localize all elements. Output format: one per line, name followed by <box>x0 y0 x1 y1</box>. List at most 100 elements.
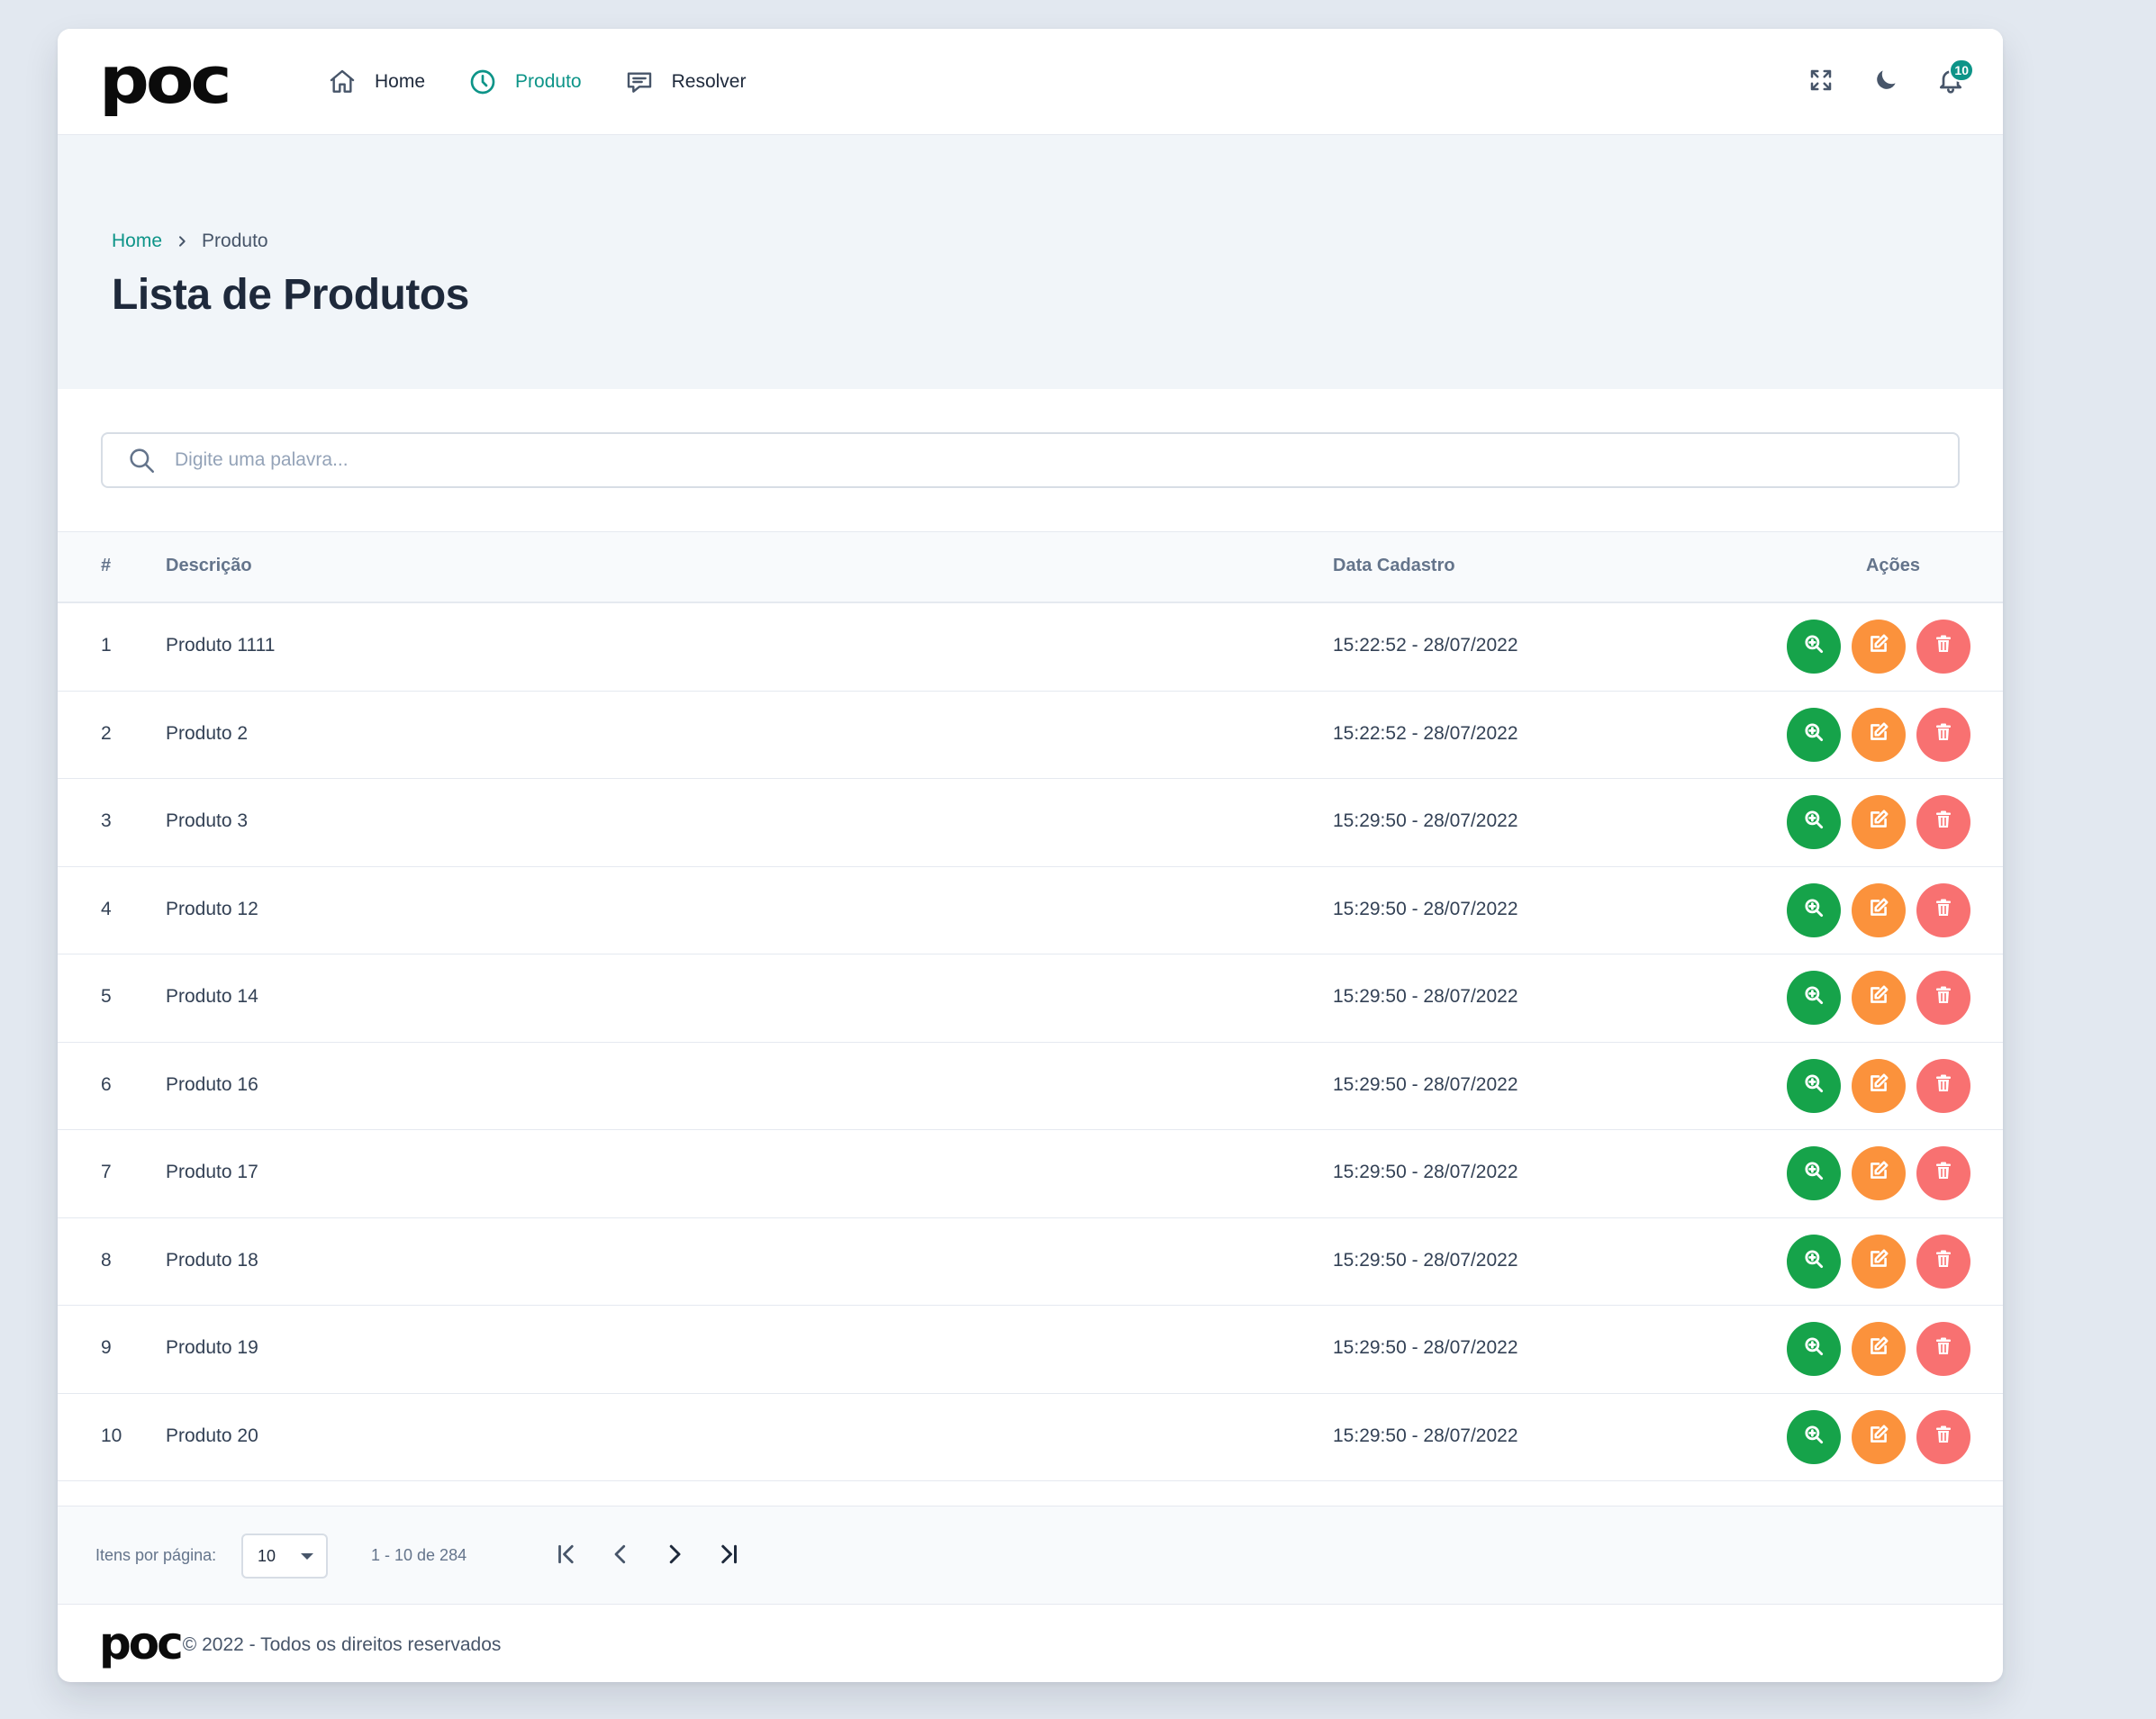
view-button[interactable] <box>1787 1409 1841 1464</box>
table-row: 9 Produto 19 15:29:50 - 28/07/2022 <box>58 1306 2003 1394</box>
items-per-page-select[interactable]: 10 <box>241 1534 328 1579</box>
next-page-button[interactable] <box>652 1534 697 1579</box>
row-number: 9 <box>101 1337 112 1358</box>
row-description: Produto 3 <box>166 810 249 831</box>
trash-icon <box>1933 1335 1954 1362</box>
trash-icon <box>1933 897 1954 924</box>
view-button[interactable] <box>1787 707 1841 762</box>
nav-item-resolver[interactable]: Resolver <box>625 29 747 135</box>
delete-button[interactable] <box>1916 707 1970 762</box>
last-page-button[interactable] <box>706 1534 751 1579</box>
row-description: Produto 17 <box>166 1162 258 1182</box>
edit-button[interactable] <box>1852 882 1906 937</box>
delete-button[interactable] <box>1916 882 1970 937</box>
row-actions <box>1776 1409 1970 1464</box>
edit-icon <box>1867 720 1890 749</box>
table-row: 7 Produto 17 15:29:50 - 28/07/2022 <box>58 1130 2003 1218</box>
view-button[interactable] <box>1787 1322 1841 1376</box>
row-description: Produto 2 <box>166 722 249 744</box>
row-number: 10 <box>101 1425 122 1446</box>
row-date: 15:29:50 - 28/07/2022 <box>1333 1162 1518 1182</box>
edit-icon <box>1867 808 1890 837</box>
search-input[interactable] <box>175 434 1958 486</box>
view-button[interactable] <box>1787 620 1841 674</box>
page-title: Lista de Produtos <box>112 271 469 319</box>
zoom-in-icon <box>1802 1159 1825 1188</box>
row-actions <box>1776 795 1970 849</box>
nav-item-home[interactable]: Home <box>328 29 425 135</box>
view-button[interactable] <box>1787 971 1841 1025</box>
row-actions <box>1776 882 1970 937</box>
table-header: # Descrição Data Cadastro Ações <box>58 531 2003 603</box>
zoom-in-icon <box>1802 720 1825 749</box>
delete-button[interactable] <box>1916 1146 1970 1200</box>
edit-icon <box>1867 632 1890 661</box>
nav-item-label: Resolver <box>671 71 747 92</box>
logo[interactable]: poc <box>99 49 232 113</box>
nav-item-produto[interactable]: Produto <box>468 29 582 135</box>
breadcrumb-home-link[interactable]: Home <box>112 231 162 252</box>
view-button[interactable] <box>1787 882 1841 937</box>
delete-button[interactable] <box>1916 795 1970 849</box>
pagination-buttons <box>544 1534 760 1579</box>
column-header-date[interactable]: Data Cadastro <box>1333 556 1455 576</box>
notification-badge: 10 <box>1949 59 1974 82</box>
app-card: poc Home Produto Resolver 10 Home Produt… <box>58 29 2003 1682</box>
edit-button[interactable] <box>1852 1409 1906 1464</box>
row-actions <box>1776 1322 1970 1376</box>
nav-item-label: Produto <box>515 71 582 92</box>
column-header-description[interactable]: Descrição <box>166 556 252 576</box>
items-per-page-value: 10 <box>258 1546 276 1565</box>
dark-mode-button[interactable] <box>1864 60 1907 104</box>
view-button[interactable] <box>1787 1058 1841 1113</box>
edit-icon <box>1867 896 1890 925</box>
row-actions <box>1776 971 1970 1025</box>
edit-button[interactable] <box>1852 1058 1906 1113</box>
edit-button[interactable] <box>1852 1322 1906 1376</box>
delete-button[interactable] <box>1916 1322 1970 1376</box>
table-row: 2 Produto 2 15:22:52 - 28/07/2022 <box>58 692 2003 779</box>
edit-icon <box>1867 1072 1890 1100</box>
footer: poc © 2022 - Todos os direitos reservado… <box>99 1605 501 1682</box>
edit-icon <box>1867 1334 1890 1363</box>
home-icon <box>328 68 357 96</box>
first-page-icon <box>553 1541 580 1572</box>
row-actions <box>1776 1058 1970 1113</box>
trash-icon <box>1933 1248 1954 1275</box>
first-page-button[interactable] <box>544 1534 589 1579</box>
fullscreen-icon <box>1807 67 1834 98</box>
zoom-in-icon <box>1802 983 1825 1012</box>
last-page-icon <box>715 1541 742 1572</box>
view-button[interactable] <box>1787 1234 1841 1289</box>
delete-button[interactable] <box>1916 1234 1970 1289</box>
edit-button[interactable] <box>1852 620 1906 674</box>
column-header-number[interactable]: # <box>101 556 111 576</box>
row-actions <box>1776 620 1970 674</box>
row-date: 15:29:50 - 28/07/2022 <box>1333 1425 1518 1446</box>
delete-button[interactable] <box>1916 1058 1970 1113</box>
delete-button[interactable] <box>1916 1409 1970 1464</box>
previous-page-button[interactable] <box>598 1534 643 1579</box>
edit-button[interactable] <box>1852 971 1906 1025</box>
notifications-button[interactable]: 10 <box>1929 59 1974 104</box>
trash-icon <box>1933 1160 1954 1187</box>
row-number: 1 <box>101 635 112 656</box>
header-actions: 10 <box>1778 29 1974 135</box>
edit-button[interactable] <box>1852 1146 1906 1200</box>
chevron-right-icon <box>175 234 189 249</box>
table-row: 5 Produto 14 15:29:50 - 28/07/2022 <box>58 954 2003 1043</box>
delete-button[interactable] <box>1916 620 1970 674</box>
edit-button[interactable] <box>1852 707 1906 762</box>
caret-down-icon <box>301 1553 313 1560</box>
fullscreen-button[interactable] <box>1799 60 1843 104</box>
view-button[interactable] <box>1787 1146 1841 1200</box>
table-row: 6 Produto 16 15:29:50 - 28/07/2022 <box>58 1043 2003 1130</box>
edit-button[interactable] <box>1852 795 1906 849</box>
edit-button[interactable] <box>1852 1234 1906 1289</box>
delete-button[interactable] <box>1916 971 1970 1025</box>
view-button[interactable] <box>1787 795 1841 849</box>
edit-icon <box>1867 1247 1890 1276</box>
row-date: 15:29:50 - 28/07/2022 <box>1333 898 1518 919</box>
zoom-in-icon <box>1802 632 1825 661</box>
footer-copyright: © 2022 - Todos os direitos reservados <box>182 1634 502 1655</box>
